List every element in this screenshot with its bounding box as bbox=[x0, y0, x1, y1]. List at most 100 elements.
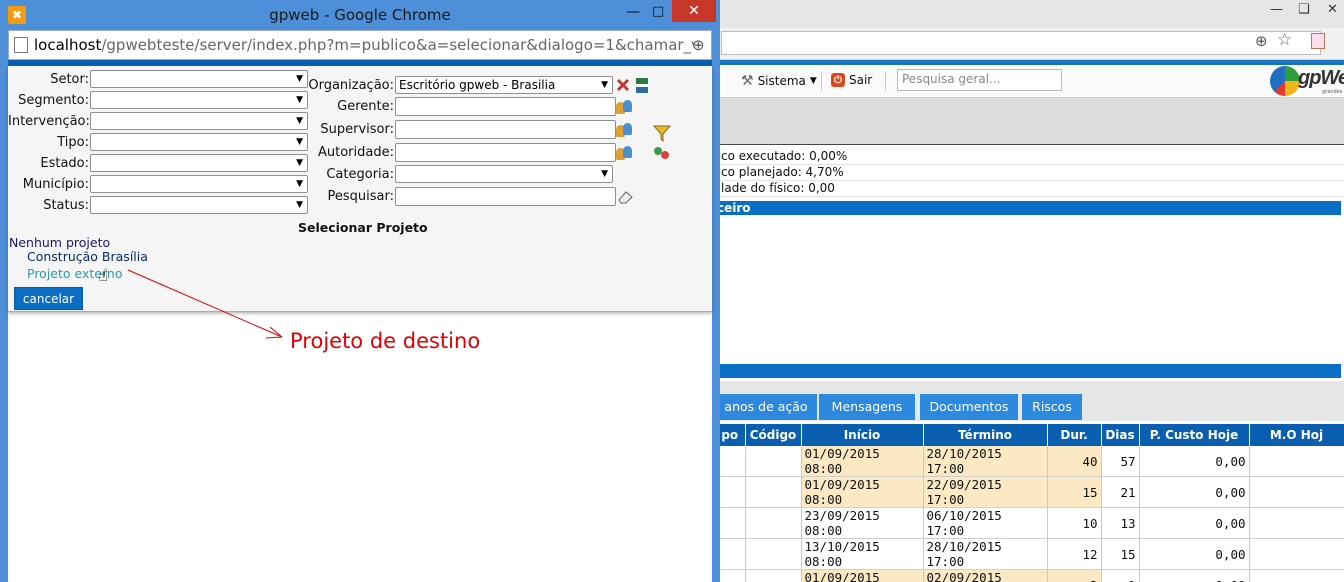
estado-select[interactable]: ▼ bbox=[90, 154, 308, 172]
project-construcao-brasilia[interactable]: Construção Brasília bbox=[27, 249, 148, 264]
col-duracao[interactable]: Dur. bbox=[1047, 424, 1102, 446]
bg-close-button[interactable]: ✕ bbox=[1327, 2, 1338, 17]
tab-planos-de-acao[interactable]: anos de ação bbox=[715, 394, 819, 420]
gerente-input[interactable] bbox=[395, 96, 616, 116]
chevron-down-icon: ▼ bbox=[296, 200, 303, 210]
star-icon[interactable]: ☆ bbox=[1277, 30, 1292, 50]
stat-fisico: lade do físico: 0,00 bbox=[715, 181, 1344, 197]
users-icon[interactable] bbox=[616, 99, 634, 115]
cell-mo-hoje bbox=[1249, 507, 1344, 539]
cell-inicio: 01/09/2015 08:00 bbox=[801, 446, 924, 477]
col-custo-hoje[interactable]: P. Custo Hoje bbox=[1139, 424, 1250, 446]
municipio-row: Município: ▼ bbox=[8, 174, 308, 194]
tasks-table: po Código Início Término Dur. Dias P. Cu… bbox=[715, 424, 1344, 582]
cancel-button[interactable]: cancelar bbox=[14, 287, 83, 310]
clear-organization-icon[interactable] bbox=[616, 76, 652, 96]
project-none[interactable]: Nenhum projeto bbox=[9, 235, 110, 250]
cell-mo-hoje bbox=[1249, 538, 1344, 570]
supervisor-label: Supervisor: bbox=[320, 121, 394, 137]
close-button[interactable]: ✕ bbox=[672, 0, 716, 22]
popup-address-bar[interactable]: localhost/gpwebteste/server/index.php?m=… bbox=[8, 30, 712, 60]
supervisor-input[interactable] bbox=[395, 119, 616, 139]
progress-stats: co executado: 0,00% co planejado: 4,70% … bbox=[715, 149, 1344, 197]
chevron-down-icon: ▼ bbox=[296, 74, 303, 84]
table-row[interactable]: 01/09/2015 08:0002/09/2015 17:00210,00 bbox=[715, 569, 1344, 582]
popup-url[interactable]: localhost/gpwebteste/server/index.php?m=… bbox=[34, 36, 694, 54]
toolbar-divider bbox=[821, 71, 822, 91]
estado-row: Estado: ▼ bbox=[8, 153, 308, 173]
cell-duracao: 15 bbox=[1047, 476, 1102, 508]
col-dias[interactable]: Dias bbox=[1101, 424, 1140, 446]
autoridade-label: Autoridade: bbox=[318, 144, 394, 160]
cell-termino: 28/10/2015 17:00 bbox=[923, 446, 1048, 477]
sistema-menu[interactable]: ⚒ Sistema ▼ bbox=[741, 73, 817, 89]
eraser-icon[interactable] bbox=[616, 189, 636, 205]
categoria-select[interactable]: ▼ bbox=[395, 165, 613, 183]
tipo-select[interactable]: ▼ bbox=[90, 133, 308, 151]
pesquisar-input[interactable] bbox=[395, 186, 616, 206]
extension-icon[interactable] bbox=[1311, 33, 1325, 49]
cell-custo-hoje: 0,00 bbox=[1139, 446, 1250, 477]
table-row[interactable]: 13/10/2015 08:00 28/10/2015 17:00 12 15 0,00 bbox=[715, 538, 1344, 570]
bg-maximize-button[interactable]: ❏ bbox=[1298, 2, 1310, 17]
pesquisar-row: Pesquisar: bbox=[308, 186, 616, 206]
chevron-down-icon: ▼ bbox=[809, 76, 817, 86]
table-row[interactable]: 23/09/2015 08:00 06/10/2015 17:00 10 13 0,00 bbox=[715, 507, 1344, 539]
municipio-select[interactable]: ▼ bbox=[90, 175, 308, 193]
col-termino[interactable]: Término bbox=[923, 424, 1048, 446]
page-icon bbox=[14, 37, 28, 53]
table-row[interactable]: 01/09/2015 08:00 22/09/2015 17:00 15 21 0,00 bbox=[715, 476, 1344, 508]
cell-dias: 57 bbox=[1101, 446, 1140, 477]
zoom-icon[interactable]: ⊕ bbox=[692, 36, 705, 54]
pesquisar-label: Pesquisar: bbox=[327, 188, 395, 204]
organizacao-select[interactable]: Escritório gpweb - Brasilia ▼ bbox=[395, 76, 613, 94]
cell-duracao: 2 bbox=[1047, 569, 1102, 582]
cell-inicio: 01/09/2015 08:00 bbox=[801, 476, 924, 508]
segmento-select[interactable]: ▼ bbox=[90, 91, 308, 109]
col-inicio[interactable]: Início bbox=[801, 424, 924, 446]
cell-custo-hoje: 0,00 bbox=[1139, 538, 1250, 570]
maximize-button[interactable]: □ bbox=[652, 4, 664, 19]
section-bar bbox=[715, 364, 1341, 378]
settings-icon[interactable] bbox=[652, 144, 672, 162]
zoom-icon[interactable]: ⊕ bbox=[1255, 32, 1268, 50]
tab-documentos[interactable]: Documentos bbox=[920, 394, 1020, 420]
cell-termino: 06/10/2015 17:00 bbox=[923, 507, 1048, 539]
setor-select[interactable]: ▼ bbox=[90, 70, 308, 88]
sair-label: Sair bbox=[849, 73, 873, 87]
stat-executado: co executado: 0,00% bbox=[715, 149, 1344, 165]
intervencao-select[interactable]: ▼ bbox=[90, 112, 308, 130]
table-row[interactable]: 01/09/2015 08:00 28/10/2015 17:00 40 57 0,00 bbox=[715, 446, 1344, 477]
general-search-input[interactable]: Pesquisa geral... bbox=[897, 69, 1062, 91]
intervencao-label: Intervenção: bbox=[8, 113, 90, 129]
filter-icon[interactable] bbox=[652, 124, 672, 144]
logo-subtext: grandes bbox=[1322, 89, 1343, 95]
sair-button[interactable]: ⏻ Sair bbox=[831, 73, 872, 87]
bg-minimize-button[interactable]: — bbox=[1270, 2, 1283, 17]
users-icon[interactable] bbox=[616, 145, 634, 161]
cell-codigo bbox=[745, 476, 802, 508]
status-row: Status: ▼ bbox=[8, 195, 308, 215]
bg-gray-header bbox=[715, 97, 1344, 145]
users-icon[interactable] bbox=[616, 122, 634, 138]
tab-mensagens[interactable]: Mensagens bbox=[819, 394, 917, 420]
minimize-button[interactable]: — bbox=[626, 4, 640, 20]
status-label: Status: bbox=[43, 197, 89, 213]
cell-mo-hoje bbox=[1249, 446, 1344, 477]
stat-planejado: co planejado: 4,70% bbox=[715, 165, 1344, 181]
chevron-down-icon: ▼ bbox=[601, 169, 608, 179]
bg-url-input[interactable] bbox=[721, 31, 1321, 55]
cell-termino: 22/09/2015 17:00 bbox=[923, 476, 1048, 508]
cell-termino: 28/10/2015 17:00 bbox=[923, 538, 1048, 570]
tab-riscos[interactable]: Riscos bbox=[1022, 394, 1084, 420]
screen: — ❏ ✕ ⊕ ☆ ≡ ⚒ Sistema ▼ ⏻ Sair Pesquisa … bbox=[0, 0, 1344, 582]
segmento-label: Segmento: bbox=[18, 92, 89, 108]
col-mo-hoje[interactable]: M.O Hoj bbox=[1249, 424, 1344, 446]
bg-address-bar: ⊕ ☆ ≡ bbox=[715, 28, 1344, 60]
url-host: localhost bbox=[34, 36, 102, 54]
status-select[interactable]: ▼ bbox=[90, 196, 308, 214]
autoridade-input[interactable] bbox=[395, 142, 616, 162]
power-icon: ⏻ bbox=[831, 73, 845, 87]
col-codigo[interactable]: Código bbox=[745, 424, 802, 446]
table-header: po Código Início Término Dur. Dias P. Cu… bbox=[715, 424, 1344, 446]
